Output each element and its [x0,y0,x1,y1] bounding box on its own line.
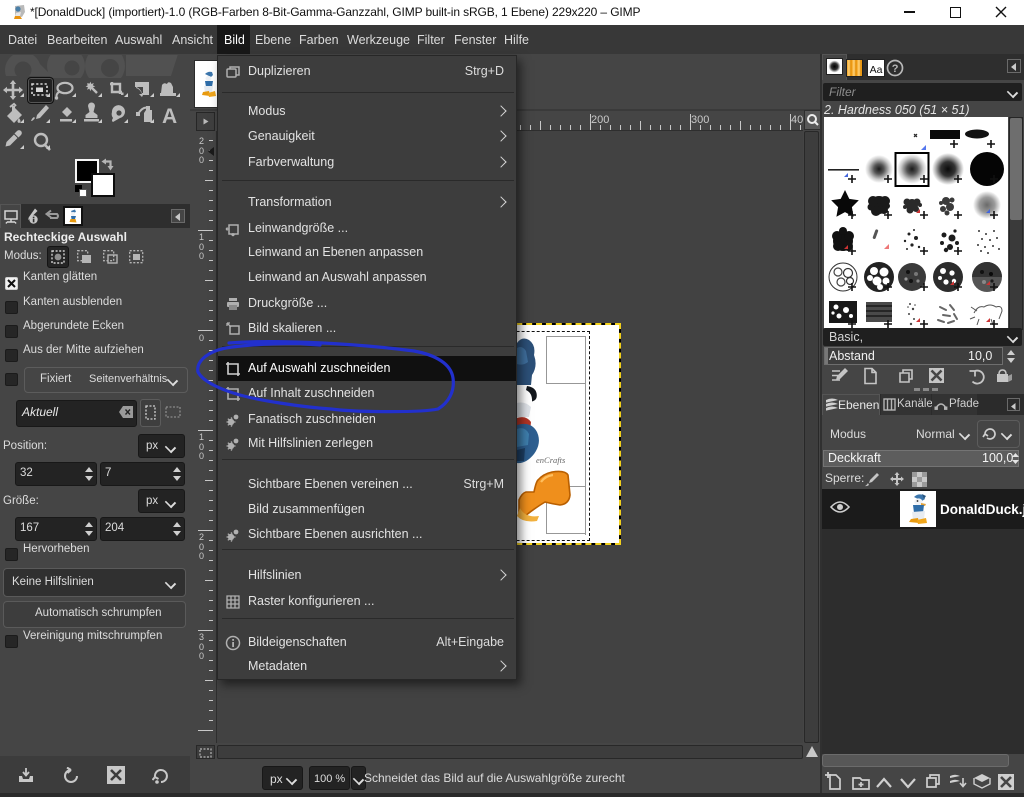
svg-text:A: A [162,105,177,128]
svg-text:?: ? [892,63,899,75]
